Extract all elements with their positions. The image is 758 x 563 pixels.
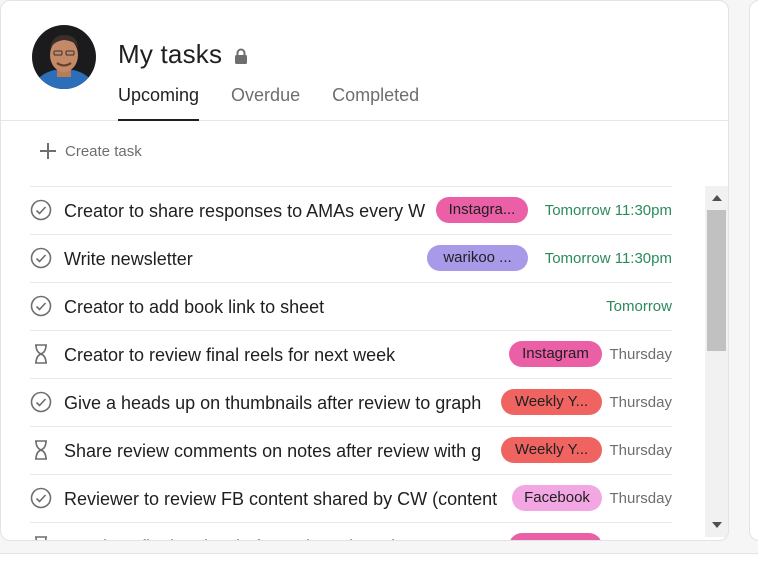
- plus-icon: [40, 143, 56, 159]
- tab-completed[interactable]: Completed: [332, 83, 419, 120]
- page-title: My tasks: [118, 39, 223, 69]
- task-row[interactable]: Creator to review final reels for next w…: [30, 330, 672, 378]
- scroll-thumb[interactable]: [707, 210, 726, 351]
- avatar[interactable]: [32, 25, 96, 89]
- tab-overdue[interactable]: Overdue: [231, 83, 300, 120]
- project-tag[interactable]: Instagram: [509, 533, 602, 540]
- project-tag[interactable]: warikoo ...: [427, 245, 528, 271]
- complete-check-icon[interactable]: [30, 391, 52, 413]
- due-date[interactable]: Thursday: [609, 393, 672, 413]
- page-header: My tasks Upcoming Overdue Completed: [1, 1, 728, 121]
- hourglass-icon[interactable]: [30, 535, 52, 541]
- scroll-down-arrow-icon[interactable]: [705, 515, 728, 535]
- avatar-image: [32, 25, 96, 89]
- task-row[interactable]: Give a heads up on thumbnails after revi…: [30, 378, 672, 426]
- title-row: My tasks: [118, 39, 248, 70]
- task-row[interactable]: Reviewer to review FB content shared by …: [30, 474, 672, 522]
- due-date[interactable]: Tomorrow: [606, 297, 672, 317]
- task-row[interactable]: Share review comments on notes after rev…: [30, 426, 672, 474]
- complete-check-icon[interactable]: [30, 295, 52, 317]
- scrollbar[interactable]: [705, 186, 728, 537]
- task-name[interactable]: Ready to final review in formation, shar…: [64, 535, 484, 540]
- task-name[interactable]: Give a heads up on thumbnails after revi…: [64, 391, 496, 415]
- task-row[interactable]: Write newsletter warikoo ... Tomorrow 11:3…: [30, 234, 672, 282]
- task-row[interactable]: Creator to add book link to sheet Tomorro…: [30, 282, 672, 330]
- due-date[interactable]: Thursday: [609, 537, 672, 540]
- tab-upcoming[interactable]: Upcoming: [118, 83, 200, 121]
- task-row[interactable]: Ready to final review in formation, shar…: [30, 522, 672, 541]
- complete-check-icon[interactable]: [30, 199, 52, 221]
- due-date[interactable]: Thursday: [609, 441, 672, 461]
- task-name[interactable]: Creator to add book link to sheet: [64, 295, 444, 319]
- due-date[interactable]: Thursday: [609, 345, 672, 365]
- due-date[interactable]: Tomorrow 11:30pm: [545, 249, 672, 269]
- project-tag[interactable]: Instagram: [509, 341, 602, 367]
- scroll-up-arrow-icon[interactable]: [705, 188, 728, 208]
- task-name[interactable]: Share review comments on notes after rev…: [64, 439, 496, 463]
- complete-check-icon[interactable]: [30, 247, 52, 269]
- project-tag[interactable]: Weekly Y...: [501, 437, 602, 463]
- task-name[interactable]: Creator to share responses to AMAs every…: [64, 199, 432, 223]
- task-list: Creator to share responses to AMAs every…: [30, 186, 672, 541]
- task-name[interactable]: Write newsletter: [64, 247, 424, 271]
- complete-check-icon[interactable]: [30, 487, 52, 509]
- hourglass-icon[interactable]: [30, 439, 52, 461]
- task-name[interactable]: Creator to review final reels for next w…: [64, 343, 424, 367]
- task-row[interactable]: Creator to share responses to AMAs every…: [30, 186, 672, 234]
- create-task-button[interactable]: Create task: [39, 142, 142, 160]
- project-tag[interactable]: Facebook: [512, 485, 602, 511]
- project-tag[interactable]: Instagra...: [436, 197, 528, 223]
- adjacent-panel: [749, 0, 758, 541]
- due-date[interactable]: Thursday: [609, 489, 672, 509]
- tab-bar: Upcoming Overdue Completed: [118, 83, 419, 121]
- create-task-label: Create task: [65, 142, 142, 160]
- hourglass-icon[interactable]: [30, 343, 52, 365]
- project-tag[interactable]: Weekly Y...: [501, 389, 602, 415]
- task-name[interactable]: Reviewer to review FB content shared by …: [64, 487, 508, 511]
- my-tasks-card: My tasks Upcoming Overdue Completed Crea…: [0, 0, 729, 541]
- due-date[interactable]: Tomorrow 11:30pm: [545, 201, 672, 221]
- lock-icon: [234, 48, 248, 64]
